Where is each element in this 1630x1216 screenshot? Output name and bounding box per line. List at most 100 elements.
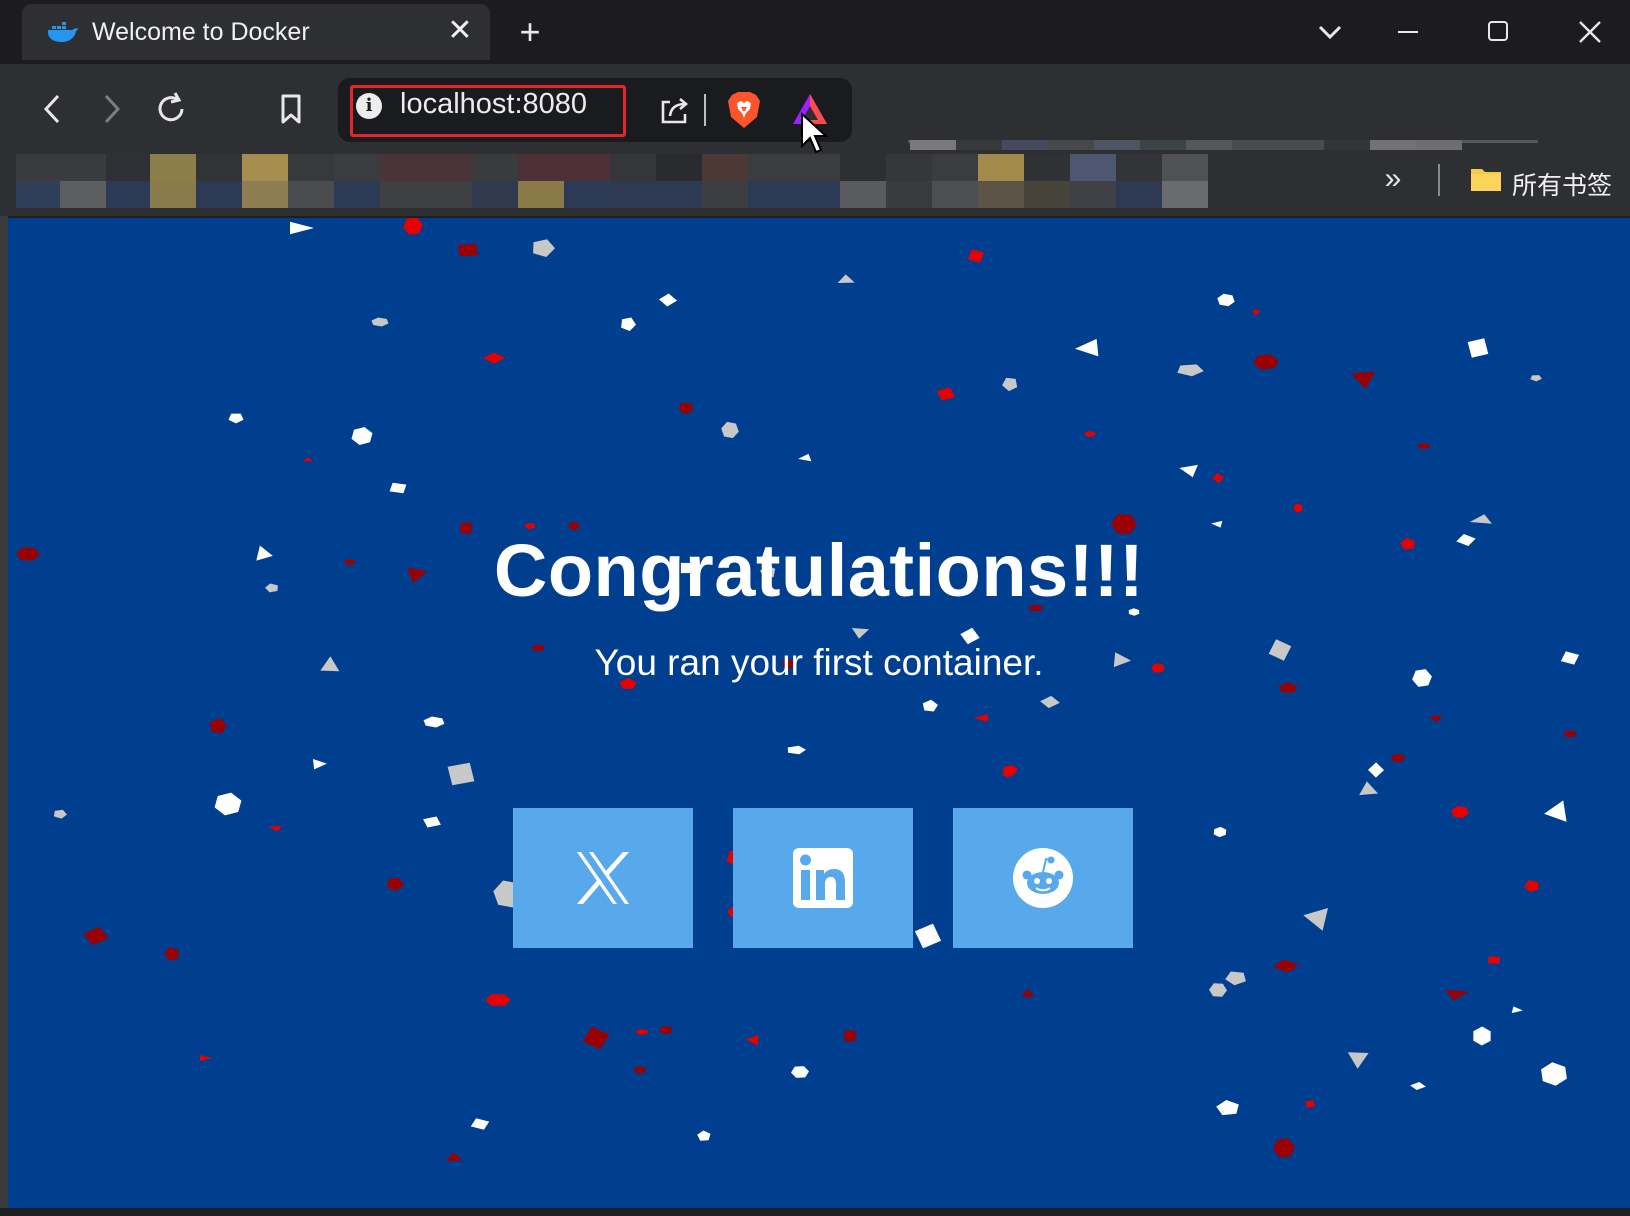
confetti-piece: [721, 421, 739, 439]
info-icon[interactable]: i: [356, 93, 382, 119]
confetti-piece: [1530, 375, 1542, 382]
mouse-cursor-icon: [801, 112, 829, 154]
url-text[interactable]: localhost:8080: [400, 88, 587, 121]
confetti-piece: [1212, 473, 1224, 483]
tab-welcome-to-docker[interactable]: Welcome to Docker ✕: [22, 4, 490, 60]
confetti-piece: [1305, 1100, 1315, 1108]
confetti-piece: [1253, 354, 1279, 370]
confetti-piece: [447, 762, 475, 786]
confetti-piece: [1391, 753, 1406, 763]
confetti-piece: [423, 716, 445, 728]
maximize-icon[interactable]: [1476, 10, 1520, 54]
confetti-piece: [697, 1130, 711, 1141]
confetti-piece: [659, 1025, 673, 1035]
confetti-piece: [621, 317, 636, 331]
bookmarks-blurred[interactable]: [16, 154, 1248, 208]
confetti-piece: [268, 825, 283, 832]
confetti-piece: [1084, 431, 1096, 437]
confetti-piece: [1410, 1082, 1426, 1090]
share-on-reddit-button[interactable]: [953, 808, 1133, 948]
confetti-piece: [403, 218, 423, 235]
close-icon[interactable]: [1568, 10, 1612, 54]
confetti-piece: [1216, 1100, 1239, 1116]
bottom-window-strip: [0, 1208, 1630, 1216]
confetti-piece: [1368, 762, 1384, 778]
confetti-piece: [457, 243, 479, 257]
confetti-piece: [1020, 988, 1035, 998]
plus-icon[interactable]: +: [510, 12, 550, 52]
confetti-piece: [164, 947, 179, 961]
docker-whale-icon: [48, 22, 78, 42]
reload-icon[interactable]: [146, 84, 196, 134]
confetti-piece: [582, 1026, 610, 1050]
confetti-piece: [533, 239, 555, 257]
confetti-piece: [1225, 971, 1246, 986]
minimize-icon[interactable]: [1386, 10, 1430, 54]
confetti-piece: [483, 352, 505, 364]
confetti-piece: [1524, 880, 1539, 893]
share-on-linkedin-button[interactable]: [733, 808, 913, 948]
confetti-piece: [214, 792, 242, 816]
confetti-piece: [922, 699, 938, 712]
confetti-piece: [1511, 1006, 1523, 1014]
confetti-piece: [1428, 715, 1443, 723]
share-on-x-button[interactable]: [513, 808, 693, 948]
confetti-piece: [228, 413, 244, 424]
confetti-piece: [1544, 800, 1567, 822]
confetti-piece: [1209, 983, 1227, 997]
bookmarks-separator: [1438, 164, 1440, 196]
confetti-piece: [1293, 503, 1303, 513]
confetti-piece: [633, 1066, 647, 1074]
confetti-piece: [485, 994, 511, 1006]
confetti-piece: [1563, 730, 1577, 738]
confetti-piece: [1445, 990, 1470, 1001]
bookmark-icon[interactable]: [266, 84, 316, 134]
page-subtitle: You ran your first container.: [594, 642, 1044, 683]
confetti-piece: [1473, 1026, 1491, 1046]
confetti-piece: [53, 809, 67, 819]
confetti-piece: [389, 482, 407, 494]
confetti-piece: [1273, 959, 1299, 973]
close-icon[interactable]: ✕: [442, 13, 478, 49]
confetti-piece: [1252, 308, 1261, 317]
confetti-piece: [1213, 826, 1227, 838]
confetti-piece: [635, 1029, 648, 1035]
confetti-piece: [837, 274, 855, 283]
confetti-piece: [968, 249, 984, 263]
reddit-logo-icon: [1013, 848, 1073, 908]
tab-strip: Welcome to Docker ✕ +: [0, 0, 1630, 64]
confetti-piece: [678, 402, 694, 415]
confetti-piece: [1351, 371, 1376, 389]
confetti-piece: [1417, 443, 1431, 450]
confetti-piece: [1177, 364, 1204, 377]
window-left-edge: [0, 64, 8, 1216]
confetti-piece: [313, 759, 327, 770]
confetti-piece: [1347, 1052, 1369, 1069]
share-icon[interactable]: [656, 92, 692, 128]
confetti-piece: [1451, 805, 1469, 819]
back-arrow-icon[interactable]: [28, 84, 78, 134]
browser-window: Welcome to Docker ✕ + i localhost:8080 »…: [0, 0, 1630, 1216]
confetti-piece: [83, 926, 109, 946]
all-bookmarks-label[interactable]: 所有书签: [1512, 166, 1612, 202]
confetti-piece: [1541, 1062, 1567, 1086]
confetti-piece: [290, 221, 314, 235]
chevron-down-icon[interactable]: [1310, 12, 1350, 52]
confetti-piece: [1359, 781, 1378, 796]
folder-icon: [1471, 169, 1501, 191]
confetti-piece: [1179, 464, 1198, 478]
docker-welcome-page: Congratulations!!! You ran your first co…: [8, 218, 1630, 1208]
brave-shields-icon[interactable]: [724, 89, 764, 131]
confetti-piece: [1211, 520, 1223, 528]
double-chevron-right-icon[interactable]: »: [1378, 164, 1408, 194]
confetti-piece: [386, 877, 404, 891]
confetti-piece: [844, 1030, 856, 1042]
confetti-piece: [200, 1054, 212, 1062]
address-bar[interactable]: i localhost:8080: [338, 78, 852, 142]
tab-title: Welcome to Docker: [92, 18, 310, 46]
forward-arrow-icon[interactable]: [86, 84, 136, 134]
confetti-piece: [1303, 908, 1328, 931]
linkedin-logo-icon: [793, 848, 853, 908]
confetti-piece: [371, 317, 389, 327]
confetti-piece: [746, 1034, 759, 1046]
